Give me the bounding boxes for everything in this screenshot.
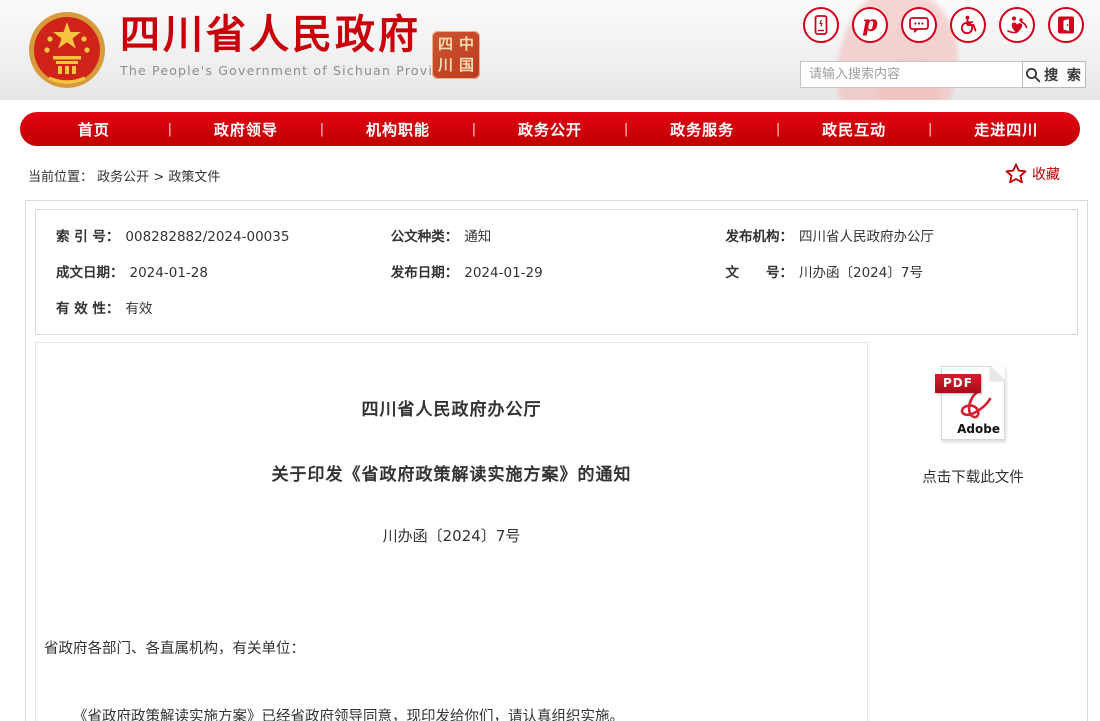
national-emblem-logo [27,6,107,94]
content-row: 四川省人民政府办公厅 关于印发《省政府政策解读实施方案》的通知 川办函〔2024… [35,342,1078,721]
message-icon[interactable] [901,7,937,43]
download-file-link[interactable]: 点击下载此文件 [868,466,1078,487]
breadcrumb-link-gov-openness[interactable]: 政务公开 [97,170,149,185]
document-paragraph-salutation: 省政府各部门、各直属机构，有关单位： [44,638,859,660]
search-icon [1025,67,1041,83]
meta-written-date: 成文日期：2024-01-28 [56,262,391,284]
nav-item-about-sichuan[interactable]: 走进四川 [932,119,1080,140]
site-subtitle: The People's Government of Sichuan Provi… [120,63,459,78]
favorite-label: 收藏 [1032,164,1060,184]
meta-publish-date: 发布日期：2024-01-29 [391,262,726,284]
breadcrumb-link-policy-docs[interactable]: 政策文件 [168,170,220,185]
nav-item-leaders[interactable]: 政府领导 [172,119,320,140]
pdf-download-panel: PDF Adobe 点击下载此文件 [868,342,1078,721]
document-number: 川办函〔2024〕7号 [44,525,859,546]
login-door-icon[interactable] [1048,7,1084,43]
breadcrumb-prefix: 当前位置： [28,170,93,185]
breadcrumb: 当前位置： 政务公开 > 政策文件 [28,166,220,185]
nav-separator: | [168,122,172,137]
adobe-swoosh-icon [954,389,994,425]
seal-char: 四 [435,34,456,55]
seal-char: 国 [456,55,477,76]
meta-index-number: 索 引 号：008282882/2024-00035 [56,226,391,248]
breadcrumb-row: 当前位置： 政务公开 > 政策文件 收藏 [0,160,1100,192]
site-header: 四川省人民政府 The People's Government of Sichu… [0,0,1100,100]
search-bar: 搜 索 [800,61,1086,88]
nav-item-home[interactable]: 首页 [20,119,168,140]
brand-block: 四川省人民政府 The People's Government of Sichu… [120,13,459,78]
document-title-line1: 四川省人民政府办公厅 [44,395,859,420]
search-input[interactable] [800,61,1022,88]
document-paragraph-body: 《省政府政策解读实施方案》已经省政府领导同意，现印发给你们，请认真组织实施。 [44,706,859,721]
nav-item-functions[interactable]: 机构职能 [324,119,472,140]
seal-char: 中 [456,34,477,55]
meta-doc-type: 公文种类：通知 [391,226,726,248]
pdf-file-icon[interactable]: PDF Adobe [941,366,1005,440]
breadcrumb-separator: > [153,170,164,185]
nav-item-interaction[interactable]: 政民互动 [780,119,928,140]
site-title: 四川省人民政府 [120,13,459,57]
nav-item-gov-services[interactable]: 政务服务 [628,119,776,140]
favorite-button[interactable]: 收藏 [1005,163,1060,184]
nav-item-gov-openness[interactable]: 政务公开 [476,119,624,140]
pdf-badge: PDF [935,374,981,393]
nav-separator: | [624,122,628,137]
nav-separator: | [776,122,780,137]
adobe-brand-label: Adobe [957,422,1000,436]
accessibility-wheelchair-icon[interactable] [950,7,986,43]
china-sichuan-seal: 四 中 川 国 [432,31,480,79]
mobile-app-icon[interactable] [803,7,839,43]
meta-issuing-agency: 发布机构：四川省人民政府办公厅 [726,226,1077,248]
main-nav: 首页 | 政府领导 | 机构职能 | 政务公开 | 政务服务 | 政民互动 | … [20,112,1080,146]
star-icon [1005,163,1027,184]
nav-separator: | [928,122,932,137]
document-body: 四川省人民政府办公厅 关于印发《省政府政策解读实施方案》的通知 川办函〔2024… [35,342,868,721]
document-meta-table: 索 引 号：008282882/2024-00035 公文种类：通知 发布机构：… [35,209,1078,335]
page: 四川省人民政府 The People's Government of Sichu… [0,0,1100,721]
search-button-label: 搜 索 [1044,65,1083,85]
nav-separator: | [320,122,324,137]
page-fold-corner [991,366,1005,380]
meta-validity: 有 效 性：有效 [56,298,391,320]
meta-doc-number: 文 号：川办函〔2024〕7号 [726,262,1077,284]
document-title-line2: 关于印发《省政府政策解读实施方案》的通知 [44,460,859,485]
search-button[interactable]: 搜 索 [1022,61,1086,88]
seal-char: 川 [435,55,456,76]
quick-icons-bar: p [803,7,1084,43]
elder-care-icon[interactable] [999,7,1035,43]
p-platform-icon[interactable]: p [852,7,888,43]
document-container: 索 引 号：008282882/2024-00035 公文种类：通知 发布机构：… [25,200,1088,721]
nav-separator: | [472,122,476,137]
